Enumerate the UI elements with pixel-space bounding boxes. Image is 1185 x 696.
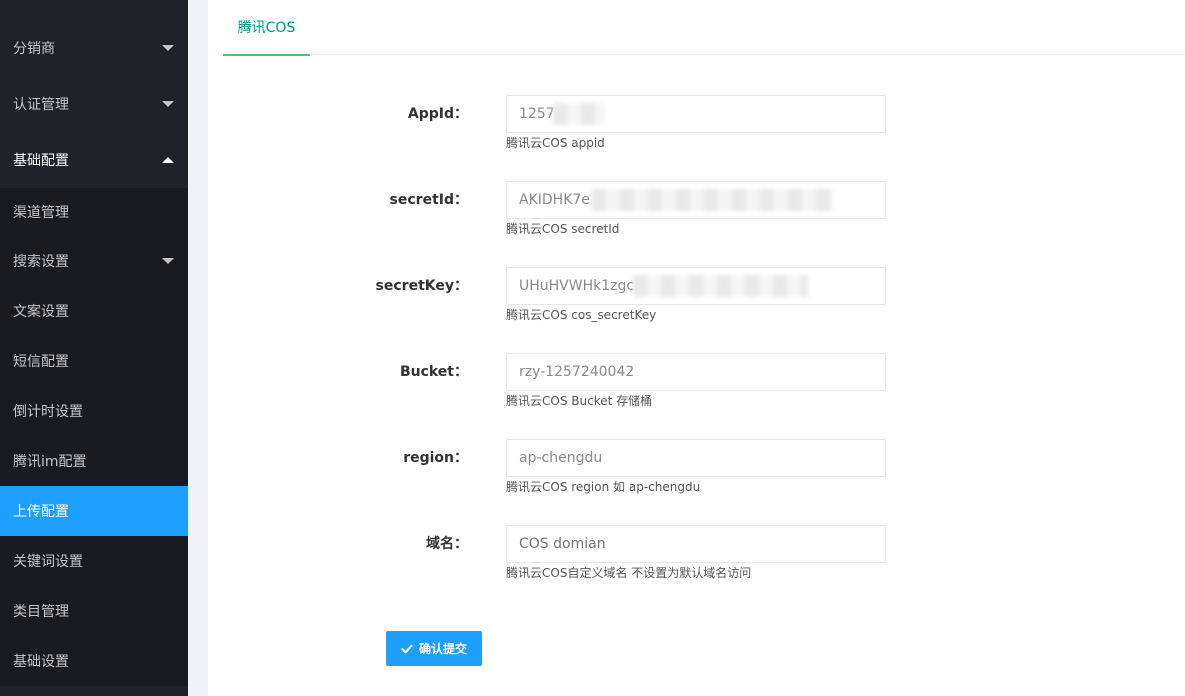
sidebar-item-channel[interactable]: 渠道管理 bbox=[0, 188, 188, 236]
sidebar-item-label: 文案设置 bbox=[13, 304, 69, 320]
bucket-tip: 腾讯云COS Bucket 存储桶 bbox=[506, 394, 653, 408]
form-row-bucket: Bucket： 腾讯云COS Bucket 存储桶 bbox=[208, 353, 1185, 423]
sidebar-item-upload[interactable]: 上传配置 bbox=[0, 486, 188, 536]
region-label: region： bbox=[403, 450, 468, 466]
sidebar-group-label: 认证管理 bbox=[13, 97, 69, 113]
sidebar-item-copywriting[interactable]: 文案设置 bbox=[0, 286, 188, 336]
sidebar-item-label: 腾讯im配置 bbox=[13, 454, 87, 470]
sidebar-group-distributor[interactable]: 分销商 bbox=[0, 20, 188, 76]
form-row-region: region： 腾讯云COS region 如 ap-chengdu bbox=[208, 439, 1185, 509]
sidebar-item-sms[interactable]: 短信配置 bbox=[0, 336, 188, 386]
sidebar-item-label: 搜索设置 bbox=[13, 254, 69, 270]
check-icon bbox=[401, 644, 413, 653]
redaction-mask bbox=[553, 103, 605, 125]
sidebar-subnav: 渠道管理 搜索设置 文案设置 短信配置 倒计时设置 腾讯im配置 上传配置 关键… bbox=[0, 188, 188, 686]
sidebar-item-categories[interactable]: 类目管理 bbox=[0, 586, 188, 636]
sidebar-item-label: 上传配置 bbox=[13, 504, 69, 520]
sidebar-item-label: 倒计时设置 bbox=[13, 404, 83, 420]
submit-label: 确认提交 bbox=[418, 642, 467, 656]
sidebar: 分销商 认证管理 基础配置 渠道管理 搜索设置 文案设置 短信配置 倒计时设置 … bbox=[0, 0, 188, 696]
chevron-down-icon bbox=[162, 258, 174, 264]
main-area: 腾讯COS AppId： 腾讯云COS appid secretId： 腾讯云C… bbox=[188, 0, 1185, 696]
redaction-mask bbox=[592, 189, 832, 211]
redaction-mask bbox=[633, 275, 808, 297]
appid-tip: 腾讯云COS appid bbox=[506, 136, 605, 150]
sidebar-group-label: 基础配置 bbox=[13, 153, 69, 169]
form-row-secretid: secretId： 腾讯云COS secretId bbox=[208, 181, 1185, 251]
form-row-appid: AppId： 腾讯云COS appid bbox=[208, 95, 1185, 165]
secretid-label: secretId： bbox=[389, 192, 468, 208]
sidebar-item-keywords[interactable]: 关键词设置 bbox=[0, 536, 188, 586]
chevron-down-icon bbox=[162, 101, 174, 107]
sidebar-item-label: 类目管理 bbox=[13, 604, 69, 620]
settings-card: 腾讯COS AppId： 腾讯云COS appid secretId： 腾讯云C… bbox=[208, 0, 1185, 696]
bucket-input[interactable] bbox=[506, 353, 886, 391]
domain-input[interactable] bbox=[506, 525, 886, 563]
sidebar-item-label: 渠道管理 bbox=[13, 205, 69, 221]
chevron-down-icon bbox=[162, 45, 174, 51]
sidebar-item-label: 关键词设置 bbox=[13, 554, 83, 570]
domain-tip: 腾讯云COS自定义域名 不设置为默认域名访问 bbox=[506, 566, 752, 580]
sidebar-group-basic-config[interactable]: 基础配置 bbox=[0, 132, 188, 188]
sidebar-item-tencent-im[interactable]: 腾讯im配置 bbox=[0, 436, 188, 486]
sidebar-item-basic-settings[interactable]: 基础设置 bbox=[0, 636, 188, 686]
sidebar-item-countdown[interactable]: 倒计时设置 bbox=[0, 386, 188, 436]
domain-label: 域名： bbox=[426, 536, 468, 552]
sidebar-group-certification[interactable]: 认证管理 bbox=[0, 76, 188, 132]
submit-button[interactable]: 确认提交 bbox=[386, 631, 482, 666]
sidebar-item-label: 基础设置 bbox=[13, 654, 69, 670]
secretkey-label: secretKey： bbox=[375, 278, 468, 294]
appid-label: AppId： bbox=[407, 106, 468, 122]
form-row-domain: 域名： 腾讯云COS自定义域名 不设置为默认域名访问 bbox=[208, 525, 1185, 595]
tab-tencent-cos[interactable]: 腾讯COS bbox=[223, 0, 310, 56]
form-row-secretkey: secretKey： 腾讯云COS cos_secretKey bbox=[208, 267, 1185, 337]
sidebar-group-label: 分销商 bbox=[13, 41, 55, 57]
region-tip: 腾讯云COS region 如 ap-chengdu bbox=[506, 480, 701, 494]
secretkey-tip: 腾讯云COS cos_secretKey bbox=[506, 308, 657, 322]
sidebar-item-label: 短信配置 bbox=[13, 354, 69, 370]
region-input[interactable] bbox=[506, 439, 886, 477]
secretid-tip: 腾讯云COS secretId bbox=[506, 222, 620, 236]
chevron-up-icon bbox=[162, 157, 174, 163]
sidebar-item-search[interactable]: 搜索设置 bbox=[0, 236, 188, 286]
bucket-label: Bucket： bbox=[399, 364, 468, 380]
tab-bar: 腾讯COS bbox=[223, 0, 1185, 56]
